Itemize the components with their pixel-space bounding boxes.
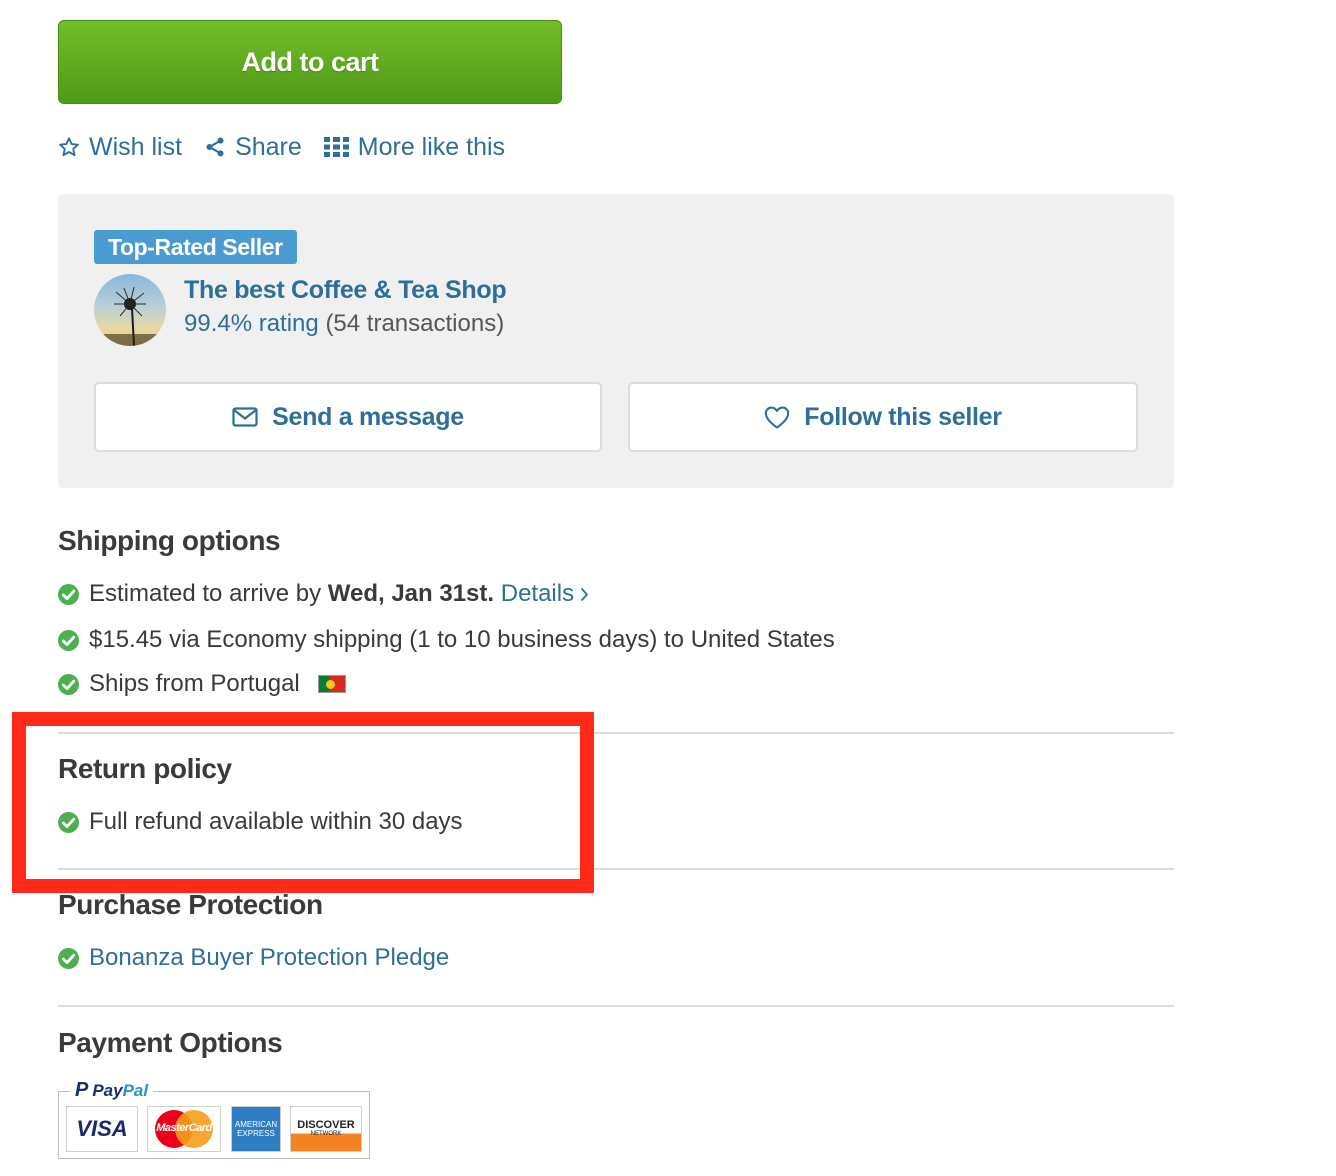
buyer-protection-link[interactable]: Bonanza Buyer Protection Pledge — [89, 944, 449, 972]
share-label: Share — [235, 132, 302, 161]
follow-seller-button[interactable]: Follow this seller — [628, 382, 1138, 452]
seller-rating-percent[interactable]: 99.4% rating — [184, 310, 319, 337]
share-icon — [206, 137, 224, 157]
return-policy-highlight — [12, 712, 594, 893]
envelope-icon — [232, 407, 258, 427]
discover-card-logo: DISCOVER NETWORK — [290, 1106, 362, 1152]
return-policy-row: Full refund available within 30 days — [58, 808, 463, 836]
check-circle-icon — [58, 811, 79, 833]
heart-outline-icon — [765, 406, 790, 429]
arrival-prefix: Estimated to arrive by — [89, 580, 322, 607]
seller-transactions: (54 transactions) — [325, 310, 505, 337]
return-policy-heading: Return policy — [58, 753, 232, 784]
ships-from-row: Ships from Portugal — [58, 670, 346, 698]
grid-icon — [323, 137, 349, 157]
follow-seller-label: Follow this seller — [804, 402, 1002, 431]
check-circle-icon — [58, 583, 79, 605]
wish-list-link[interactable]: Wish list — [58, 133, 182, 162]
check-circle-icon — [58, 629, 79, 651]
mastercard-logo: MasterCard — [147, 1106, 221, 1152]
visa-card-logo: VISA — [66, 1106, 138, 1152]
chevron-right-icon — [580, 587, 589, 601]
shipping-cost-row: $15.45 via Economy shipping (1 to 10 bus… — [58, 626, 835, 654]
seller-card: Top-Rated Seller The best Coffee & Tea S… — [58, 194, 1174, 488]
send-message-button[interactable]: Send a message — [94, 382, 602, 452]
payment-options-heading: Payment Options — [58, 1027, 283, 1058]
product-purchase-panel: Add to cart Wish list Share More like th… — [0, 0, 1336, 1176]
mastercard-label: MasterCard — [156, 1122, 212, 1134]
seller-avatar[interactable] — [94, 274, 166, 346]
section-divider — [58, 868, 1174, 870]
arrival-text: Estimated to arrive by Wed, Jan 31st. De… — [89, 580, 589, 608]
discover-label: DISCOVER — [297, 1119, 355, 1131]
shipping-options-heading: Shipping options — [58, 525, 281, 556]
purchase-protection-heading: Purchase Protection — [58, 889, 323, 920]
add-to-cart-button[interactable]: Add to cart — [58, 20, 562, 104]
purchase-protection-row: Bonanza Buyer Protection Pledge — [58, 944, 449, 972]
product-actions: Wish list Share More like this — [58, 128, 505, 166]
section-divider — [58, 1005, 1174, 1007]
arrival-date: Wed, Jan 31st. — [327, 580, 495, 607]
seller-shop-name[interactable]: The best Coffee & Tea Shop — [184, 276, 507, 305]
seller-rating: 99.4% rating (54 transactions) — [184, 310, 504, 338]
send-message-label: Send a message — [272, 402, 464, 431]
check-circle-icon — [58, 947, 79, 969]
more-like-this-label: More like this — [357, 132, 506, 161]
share-link[interactable]: Share — [204, 133, 302, 162]
shipping-arrival-row: Estimated to arrive by Wed, Jan 31st. De… — [58, 580, 589, 608]
shipping-details-link[interactable]: Details — [501, 580, 589, 608]
shipping-cost-text: $15.45 via Economy shipping (1 to 10 bus… — [89, 626, 835, 653]
star-outline-icon — [59, 137, 79, 157]
details-label: Details — [500, 580, 575, 607]
more-like-this-link[interactable]: More like this — [323, 132, 506, 162]
portugal-flag-icon — [317, 675, 346, 693]
dandelion-icon — [94, 286, 166, 346]
paypal-logo: P PayPal — [70, 1079, 154, 1102]
section-divider — [58, 732, 1174, 734]
return-policy-text: Full refund available within 30 days — [89, 808, 463, 835]
amex-card-logo: AMERICAN EXPRESS — [231, 1106, 281, 1152]
paypal-p-icon: P — [75, 1079, 89, 1101]
paypal-wordmark: PayPal — [92, 1080, 149, 1100]
ships-from-text: Ships from Portugal — [89, 670, 300, 697]
check-circle-icon — [58, 673, 79, 695]
discover-network-label: NETWORK — [310, 1131, 342, 1137]
top-rated-seller-badge: Top-Rated Seller — [94, 230, 297, 264]
wish-list-label: Wish list — [89, 132, 183, 161]
